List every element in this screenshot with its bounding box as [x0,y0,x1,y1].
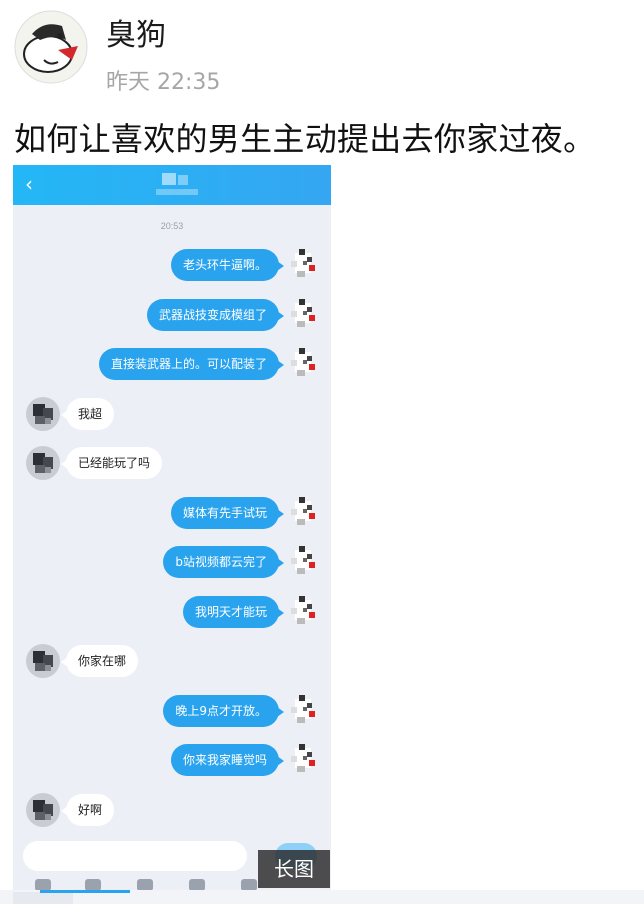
sender-avatar[interactable] [285,297,321,333]
contact-avatar[interactable] [25,445,61,481]
sender-avatar[interactable] [285,346,321,382]
sent-message-bubble[interactable]: 媒体有先手试玩 [170,497,285,529]
chat-screenshot-image[interactable]: ‹ 20:53 老头环牛逼啊。武器战技变成模组了直接装武器上的。可以配装了我超已… [13,165,331,890]
post-timestamp: 昨天 22:35 [106,70,221,95]
gift-icon[interactable] [189,879,205,890]
sent-message-bubble[interactable]: 你来我家睡觉吗 [170,744,285,776]
sender-avatar[interactable] [285,594,321,630]
sent-message-bubble[interactable]: b站视频都云完了 [163,546,284,578]
message-row: 已经能玩了吗 [13,445,331,481]
next-post-preview [0,890,644,904]
poster-username[interactable]: 臭狗 [106,10,166,54]
sent-message-bubble[interactable]: 武器战技变成模组了 [146,299,285,331]
image-icon[interactable] [85,879,101,890]
sent-message-bubble[interactable]: 晚上9点才开放。 [163,695,284,727]
message-input[interactable] [23,841,247,871]
sender-avatar[interactable] [285,742,321,778]
chat-time-label: 20:53 [160,221,184,231]
message-row: 晚上9点才开放。 [13,693,331,729]
message-row: 直接装武器上的。可以配装了 [13,346,331,382]
message-row: 我明天才能玩 [13,594,331,630]
voice-icon[interactable] [35,879,51,890]
sender-avatar[interactable] [285,247,321,283]
message-row: 武器战技变成模组了 [13,297,331,333]
chat-header: ‹ [13,165,331,205]
camera-icon[interactable] [137,879,153,890]
received-message-bubble[interactable]: 好啊 [60,794,115,826]
message-row: 老头环牛逼啊。 [13,247,331,283]
emoji-icon[interactable] [241,879,257,890]
sender-avatar[interactable] [285,544,321,580]
long-image-badge: 长图 [258,850,330,888]
sent-message-bubble[interactable]: 直接装武器上的。可以配装了 [98,348,285,380]
sender-avatar[interactable] [285,693,321,729]
contact-avatar[interactable] [25,396,61,432]
poster-avatar[interactable] [14,10,88,84]
chevron-left-icon: ‹ [25,172,33,196]
contact-avatar[interactable] [25,792,61,828]
message-row: 媒体有先手试玩 [13,495,331,531]
message-row: b站视频都云完了 [13,544,331,580]
sender-avatar[interactable] [285,495,321,531]
received-message-bubble[interactable]: 我超 [60,398,115,430]
message-row: 你来我家睡觉吗 [13,742,331,778]
received-message-bubble[interactable]: 已经能玩了吗 [60,447,163,479]
sent-message-bubble[interactable]: 老头环牛逼啊。 [170,249,285,281]
post-text: 如何让喜欢的男生主动提出去你家过夜。 [14,120,596,158]
message-row: 好啊 [13,792,331,828]
contact-avatar[interactable] [25,643,61,679]
message-row: 我超 [13,396,331,432]
sent-message-bubble[interactable]: 我明天才能玩 [182,596,285,628]
message-row: 你家在哪 [13,643,331,679]
received-message-bubble[interactable]: 你家在哪 [60,645,139,677]
blurred-chat-title [156,173,198,199]
